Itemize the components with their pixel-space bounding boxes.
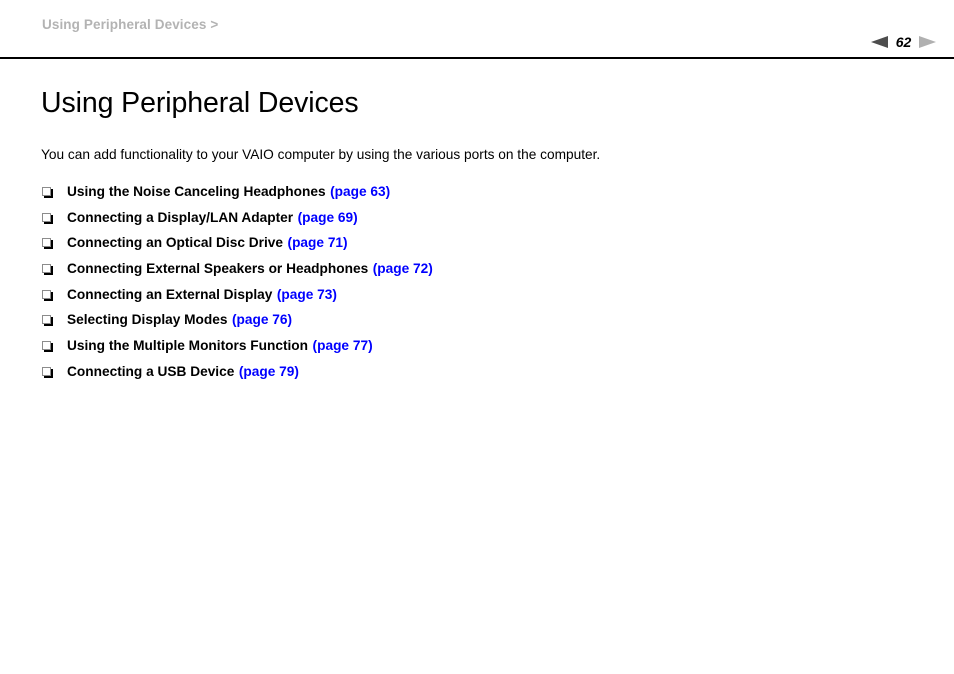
list-item[interactable]: Connecting a USB Device (page 79) [41, 363, 433, 389]
bullet-square-icon [42, 366, 51, 376]
bullet-square-icon [42, 315, 51, 325]
list-item-label: Connecting a Display/LAN Adapter [67, 209, 294, 225]
pager: 62 [871, 33, 936, 51]
list-item-label: Using the Multiple Monitors Function [67, 338, 309, 354]
list-item-page-ref[interactable]: (page 77) [313, 338, 373, 353]
bullet-square-icon [42, 341, 51, 351]
list-item[interactable]: Connecting External Speakers or Headphon… [41, 260, 433, 286]
list-item[interactable]: Selecting Display Modes (page 76) [41, 311, 433, 337]
list-item[interactable]: Connecting an External Display (page 73) [41, 286, 433, 312]
list-item-label: Using the Noise Canceling Headphones [67, 184, 326, 199]
bullet-square-icon [42, 212, 51, 222]
list-item-label: Connecting External Speakers or Headphon… [67, 261, 369, 277]
section-link-list: Using the Noise Canceling Headphones (pag… [41, 183, 433, 389]
triangle-right-icon[interactable] [919, 36, 936, 48]
list-item-page-ref[interactable]: (page 63) [330, 184, 390, 199]
list-item-page-ref[interactable]: (page 72) [373, 261, 433, 276]
bullet-square-icon [42, 187, 51, 196]
list-item-page-ref[interactable]: (page 76) [232, 312, 292, 327]
list-item-label: Selecting Display Modes [67, 312, 228, 328]
page-title: Using Peripheral Devices [41, 87, 359, 119]
list-item-label: Connecting an Optical Disc Drive [67, 235, 284, 251]
bullet-square-icon [42, 238, 51, 248]
list-item-label: Connecting a USB Device [67, 363, 235, 379]
bullet-square-icon [42, 289, 51, 299]
list-item-page-ref[interactable]: (page 71) [288, 235, 348, 250]
intro-paragraph: You can add functionality to your VAIO c… [41, 146, 601, 162]
list-item-page-ref[interactable]: (page 79) [239, 364, 299, 379]
page-number: 62 [895, 34, 912, 50]
list-item-page-ref[interactable]: (page 73) [277, 287, 337, 302]
list-item-label: Connecting an External Display [67, 286, 273, 302]
list-item[interactable]: Connecting an Optical Disc Drive (page 71… [41, 234, 433, 260]
list-item-page-ref[interactable]: (page 69) [298, 210, 358, 225]
triangle-left-icon[interactable] [871, 36, 888, 48]
list-item[interactable]: Using the Noise Canceling Headphones (pag… [41, 183, 433, 209]
page-header: Using Peripheral Devices > 62 [0, 0, 954, 59]
list-item[interactable]: Connecting a Display/LAN Adapter (page 69… [41, 209, 433, 235]
header-divider [0, 57, 954, 59]
bullet-square-icon [42, 264, 51, 274]
list-item[interactable]: Using the Multiple Monitors Function (pag… [41, 337, 433, 363]
breadcrumb: Using Peripheral Devices > [42, 17, 219, 32]
